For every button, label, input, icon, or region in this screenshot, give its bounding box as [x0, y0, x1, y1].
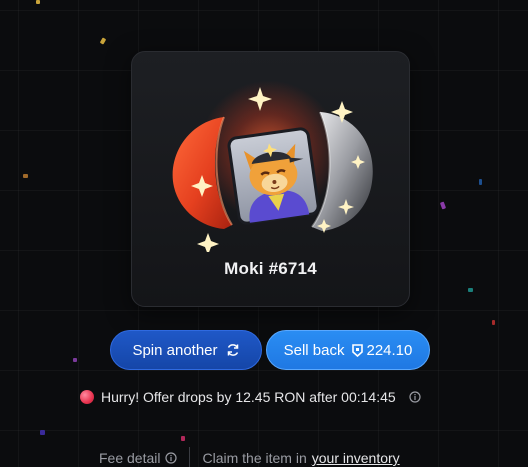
- capsule-reveal-image: [172, 87, 373, 252]
- sell-price: 224.10: [366, 341, 413, 359]
- footer-divider: [189, 447, 191, 467]
- confetti-piece: [439, 201, 447, 210]
- confetti-piece: [479, 179, 482, 185]
- info-icon: [165, 452, 178, 464]
- confetti-piece: [23, 174, 28, 178]
- fee-detail-link[interactable]: Fee detail: [99, 450, 178, 466]
- alert-dot-icon: [80, 390, 94, 404]
- offer-text: Hurry! Offer drops by 12.45 RON after 00…: [101, 389, 396, 405]
- nft-title: Moki #6714: [224, 259, 317, 278]
- confetti-piece: [36, 0, 40, 4]
- offer-countdown: Hurry! Offer drops by 12.45 RON after 00…: [80, 387, 470, 407]
- spin-another-label: Spin another: [132, 341, 218, 359]
- confetti-piece: [99, 37, 107, 45]
- ron-token-icon: [352, 343, 364, 357]
- claim-text: Claim the item in: [202, 450, 307, 466]
- inventory-link[interactable]: your inventory: [312, 450, 400, 466]
- confetti-piece: [40, 430, 45, 435]
- confetti-piece: [181, 436, 185, 441]
- sell-back-label: Sell back: [283, 341, 345, 359]
- reward-card: Moki #6714: [131, 51, 410, 307]
- sell-back-button[interactable]: Sell back 224.10: [266, 330, 430, 370]
- confetti-piece: [468, 288, 473, 292]
- refresh-icon: [227, 344, 238, 356]
- footer-bar: Fee detail Claim the item in your invent…: [99, 447, 459, 467]
- fee-detail-label: Fee detail: [99, 450, 161, 466]
- spin-another-button[interactable]: Spin another: [110, 330, 262, 370]
- confetti-piece: [73, 358, 77, 362]
- info-icon[interactable]: [409, 391, 421, 403]
- confetti-piece: [492, 320, 495, 325]
